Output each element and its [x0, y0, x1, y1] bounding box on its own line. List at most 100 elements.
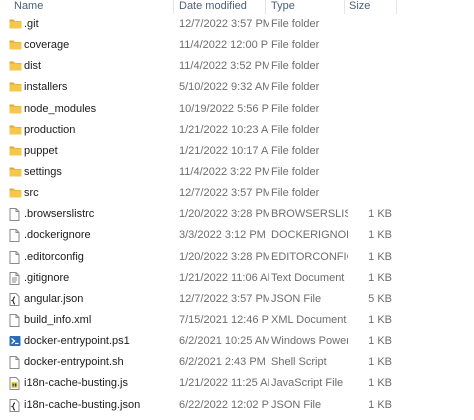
file-icon: [9, 356, 21, 370]
folder-icon: [9, 39, 22, 51]
folder-icon: [9, 187, 22, 199]
file-date-modified: 6/22/2022 12:02 PM: [179, 398, 269, 411]
js-file-icon: [9, 377, 21, 391]
file-date-modified: 1/21/2022 11:06 AM: [179, 271, 269, 284]
file-row[interactable]: .git 12/7/2022 3:57 PM File folder: [0, 14, 474, 35]
file-row[interactable]: src 12/7/2022 3:57 PM File folder: [0, 183, 474, 204]
file-size: 1 KB: [368, 398, 392, 411]
file-size: [348, 99, 392, 120]
file-name: .browserslistrc: [24, 208, 95, 221]
file-date-modified: 11/4/2022 3:52 PM: [179, 60, 269, 73]
file-row[interactable]: build_info.xml 7/15/2021 12:46 PM XML Docu…: [0, 310, 474, 331]
file-type: File folder: [271, 123, 320, 136]
file-type: File folder: [271, 144, 320, 157]
file-type: DOCKERIGNORE F...: [271, 229, 348, 242]
column-divider[interactable]: [173, 0, 174, 14]
file-type: File folder: [271, 102, 320, 115]
file-size: 1 KB: [368, 377, 392, 390]
text-file-icon: [9, 271, 21, 285]
file-row[interactable]: dist 11/4/2022 3:52 PM File folder: [0, 56, 474, 77]
folder-icon: [9, 103, 22, 115]
file-row[interactable]: .editorconfig 1/20/2022 3:28 PM EDITORCONF…: [0, 247, 474, 268]
file-type: BROWSERSLISTRC ...: [271, 208, 348, 221]
folder-icon: [9, 145, 22, 157]
file-row[interactable]: i18n-cache-busting.json 6/22/2022 12:02 P…: [0, 395, 474, 416]
file-type: Text Document: [271, 271, 345, 284]
file-name: coverage: [24, 39, 70, 52]
file-date-modified: 1/20/2022 3:28 PM: [179, 250, 269, 263]
file-list: .git 12/7/2022 3:57 PM File folder coverage…: [0, 14, 474, 416]
file-date-modified: 1/21/2022 10:17 AM: [179, 144, 269, 157]
file-row[interactable]: i18n-cache-busting.js 1/21/2022 11:25 AM J…: [0, 373, 474, 394]
file-row[interactable]: installers 5/10/2022 9:32 AM File folder: [0, 77, 474, 98]
column-header-type[interactable]: Type: [271, 0, 295, 14]
file-date-modified: 10/19/2022 5:56 PM: [179, 102, 269, 115]
file-size: 1 KB: [368, 250, 392, 263]
file-date-modified: 5/10/2022 9:32 AM: [179, 81, 269, 94]
file-date-modified: 1/21/2022 11:25 AM: [179, 377, 269, 390]
file-row[interactable]: production 1/21/2022 10:23 AM File folder: [0, 120, 474, 141]
file-type: XML Document: [271, 313, 347, 326]
file-size: [348, 35, 392, 56]
file-row[interactable]: docker-entrypoint.ps1 6/2/2021 10:25 AM Wi…: [0, 331, 474, 352]
column-header-bar: Name Date modified Type Size: [0, 0, 474, 14]
file-type: File folder: [271, 187, 320, 200]
file-date-modified: 7/15/2021 12:46 PM: [179, 313, 269, 326]
file-name: .editorconfig: [24, 250, 84, 263]
column-header-date-modified[interactable]: Date modified: [179, 0, 247, 14]
file-name: .gitignore: [24, 271, 70, 284]
file-type: File folder: [271, 18, 320, 30]
file-size: [348, 14, 392, 35]
file-size: 1 KB: [368, 229, 392, 242]
file-date-modified: 11/4/2022 12:00 PM: [179, 39, 269, 52]
folder-icon: [9, 166, 22, 178]
file-size: [348, 120, 392, 141]
file-type: JSON File: [271, 398, 322, 411]
file-size: 1 KB: [368, 356, 392, 369]
file-name: dist: [24, 60, 42, 73]
file-type: EDITORCONFIG File: [271, 250, 348, 263]
column-divider[interactable]: [396, 0, 397, 14]
folder-icon: [9, 60, 22, 72]
powershell-file-icon: [9, 335, 21, 347]
file-name: docker-entrypoint.ps1: [24, 335, 130, 348]
file-type: File folder: [271, 39, 320, 52]
file-name: puppet: [24, 144, 58, 157]
file-row[interactable]: puppet 1/21/2022 10:17 AM File folder: [0, 141, 474, 162]
file-row[interactable]: angular.json 12/7/2022 3:57 PM JSON File 5 …: [0, 289, 474, 310]
file-name: .git: [24, 18, 39, 30]
file-row[interactable]: .gitignore 1/21/2022 11:06 AM Text Documen…: [0, 268, 474, 289]
file-date-modified: 11/4/2022 3:22 PM: [179, 165, 269, 178]
file-date-modified: 1/21/2022 10:23 AM: [179, 123, 269, 136]
file-type: File folder: [271, 81, 320, 94]
file-date-modified: 12/7/2022 3:57 PM: [179, 187, 269, 200]
file-icon: [9, 250, 21, 264]
file-date-modified: 12/7/2022 3:57 PM: [179, 292, 269, 305]
file-size: [348, 141, 392, 162]
file-row[interactable]: .dockerignore 3/3/2022 3:12 PM DOCKERIGNOR…: [0, 225, 474, 246]
file-row[interactable]: settings 11/4/2022 3:22 PM File folder: [0, 162, 474, 183]
file-name: src: [24, 187, 39, 200]
column-header-size[interactable]: Size: [349, 0, 370, 14]
file-date-modified: 6/2/2021 2:43 PM: [179, 356, 266, 369]
file-date-modified: 6/2/2021 10:25 AM: [179, 335, 269, 348]
folder-icon: [9, 124, 22, 136]
file-name: production: [24, 123, 76, 136]
column-divider[interactable]: [344, 0, 345, 14]
file-date-modified: 3/3/2022 3:12 PM: [179, 229, 266, 242]
column-header-name[interactable]: Name: [14, 0, 43, 14]
file-name: settings: [24, 165, 62, 178]
file-name: installers: [24, 81, 68, 94]
file-name: node_modules: [24, 102, 97, 115]
column-divider[interactable]: [265, 0, 266, 14]
file-size: 5 KB: [368, 292, 392, 305]
file-size: [348, 56, 392, 77]
file-size: 1 KB: [368, 313, 392, 326]
file-row[interactable]: .browserslistrc 1/20/2022 3:28 PM BROWSERS…: [0, 204, 474, 225]
file-name: build_info.xml: [24, 313, 92, 326]
file-name: i18n-cache-busting.js: [24, 377, 128, 390]
file-row[interactable]: docker-entrypoint.sh 6/2/2021 2:43 PM Shel…: [0, 352, 474, 373]
file-size: [348, 77, 392, 98]
file-row[interactable]: coverage 11/4/2022 12:00 PM File folder: [0, 35, 474, 56]
file-row[interactable]: node_modules 10/19/2022 5:56 PM File folde…: [0, 99, 474, 120]
